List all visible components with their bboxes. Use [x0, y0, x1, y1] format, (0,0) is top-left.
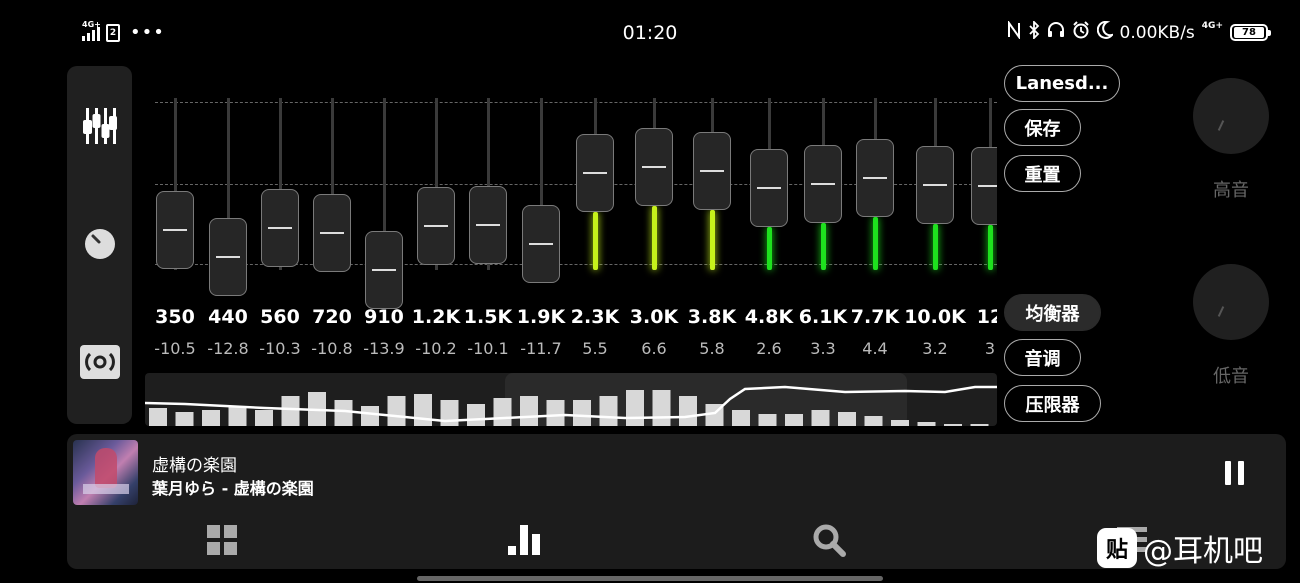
eq-slider-handle[interactable] [693, 132, 731, 211]
eq-slider-handle[interactable] [156, 190, 194, 269]
watermark-text: @耳机吧 [1143, 534, 1263, 569]
equalizer-bars-icon[interactable] [505, 522, 545, 558]
eq-level-fill [988, 224, 993, 270]
equalizer-panel: 350 -10.5 440 -12.8 560 -10.3 720 -10.8 910 -13.9… [145, 88, 997, 426]
spectrum-bar [520, 396, 538, 426]
eq-level-fill [652, 205, 657, 270]
eq-level-fill [873, 217, 878, 270]
treble-label: 高音 [1213, 180, 1249, 201]
eq-level-fill [767, 227, 772, 270]
spectrum-bar [758, 414, 777, 426]
eq-level-fill [710, 210, 715, 270]
spectrum-bar [891, 420, 909, 426]
eq-slider-handle[interactable] [635, 127, 673, 206]
track-title: 虚構の楽園 [152, 456, 237, 476]
spectrum-analyzer [145, 373, 997, 426]
network-speed: 0.00KB/s [1119, 22, 1195, 43]
grid-icon[interactable] [202, 522, 242, 558]
spectrum-bar [838, 412, 856, 426]
spectrum-bar [387, 396, 406, 426]
album-cover[interactable] [73, 440, 138, 505]
equalizer-sliders-icon[interactable] [67, 106, 132, 146]
spectrum-bar [864, 416, 883, 426]
tab-equalizer[interactable]: 均衡器 [1004, 294, 1101, 331]
search-icon[interactable] [809, 522, 849, 558]
spectrum-bar [599, 396, 618, 426]
headphones-icon [1047, 21, 1065, 44]
eq-band-gain: 3 [984, 339, 996, 358]
spectrum-bar [281, 396, 300, 426]
spectrum-bar [652, 390, 671, 426]
battery-icon: 78 [1230, 24, 1271, 41]
eq-slider-handle[interactable] [469, 186, 507, 265]
spectrum-bar [679, 396, 697, 426]
bass-dial[interactable] [1193, 264, 1269, 340]
surround-icon[interactable] [67, 344, 132, 380]
spectrum-bar [970, 424, 989, 426]
spectrum-bar [811, 410, 830, 426]
tab-tone[interactable]: 音调 [1004, 339, 1081, 376]
eq-slider-handle[interactable] [365, 230, 403, 309]
eq-level-fill [593, 211, 598, 270]
knob-icon[interactable] [67, 228, 132, 260]
spectrum-bar [361, 406, 379, 426]
spectrum-bar [175, 412, 194, 426]
side-nav [67, 66, 132, 424]
eq-slider-handle[interactable] [209, 217, 247, 296]
spectrum-bar [255, 410, 273, 426]
eq-slider-handle[interactable] [856, 139, 894, 218]
home-indicator[interactable] [417, 576, 883, 581]
spectrum-bar [785, 414, 803, 426]
do-not-disturb-moon-icon [1096, 20, 1115, 44]
status-bar: 4G+ 2 ••• 01:20 0.00KB/s 4G+ 78 [0, 0, 1300, 66]
spectrum-bar [573, 400, 591, 426]
pause-button[interactable] [1225, 461, 1245, 485]
spectrum-bar [546, 400, 565, 426]
watermark: 贴 @耳机吧 [1097, 526, 1263, 570]
eq-slider-handle[interactable] [576, 133, 614, 212]
bass-label: 低音 [1213, 366, 1249, 387]
spectrum-bar [228, 406, 247, 426]
eq-slider-handle[interactable] [750, 149, 788, 227]
spectrum-bar [467, 404, 485, 426]
tab-limiter[interactable]: 压限器 [1004, 385, 1101, 422]
status-right: 0.00KB/s 4G+ 78 [1007, 19, 1271, 44]
bluetooth-icon [1028, 19, 1040, 44]
spectrum-bar [917, 422, 936, 426]
spectrum-bar [626, 390, 644, 426]
eq-slider-handle[interactable] [417, 187, 455, 266]
save-button[interactable]: 保存 [1004, 109, 1081, 146]
alarm-icon [1072, 21, 1090, 44]
spectrum-bar [202, 410, 220, 426]
spectrum-bar [414, 394, 432, 426]
spectrum-chart [145, 385, 997, 426]
eq-slider-handle[interactable] [804, 145, 842, 224]
spectrum-bar [440, 400, 459, 426]
spectrum-bar [944, 424, 962, 426]
eq-band-frequency: 12 [976, 306, 997, 328]
reset-button[interactable]: 重置 [1004, 155, 1081, 192]
tieba-logo: 贴 [1097, 528, 1137, 568]
eq-slider-handle[interactable] [971, 146, 997, 225]
nfc-icon [1007, 19, 1021, 44]
network-type-right: 4G+ [1201, 21, 1223, 31]
track-artist-album: 葉月ゆら - 虚構の楽園 [152, 479, 314, 498]
eq-slider-handle[interactable] [522, 204, 560, 283]
spectrum-bar [149, 408, 167, 426]
preset-name-button[interactable]: Lanesd... [1004, 65, 1120, 102]
eq-level-fill [821, 223, 826, 270]
eq-level-fill [933, 223, 938, 270]
spectrum-bar [493, 398, 512, 426]
battery-level: 78 [1234, 27, 1264, 38]
spectrum-bar [334, 400, 353, 426]
eq-slider-handle[interactable] [261, 188, 299, 267]
eq-slider-handle[interactable] [916, 145, 954, 224]
spectrum-bar [732, 410, 750, 426]
treble-dial[interactable] [1193, 78, 1269, 154]
eq-slider-handle[interactable] [313, 194, 351, 273]
